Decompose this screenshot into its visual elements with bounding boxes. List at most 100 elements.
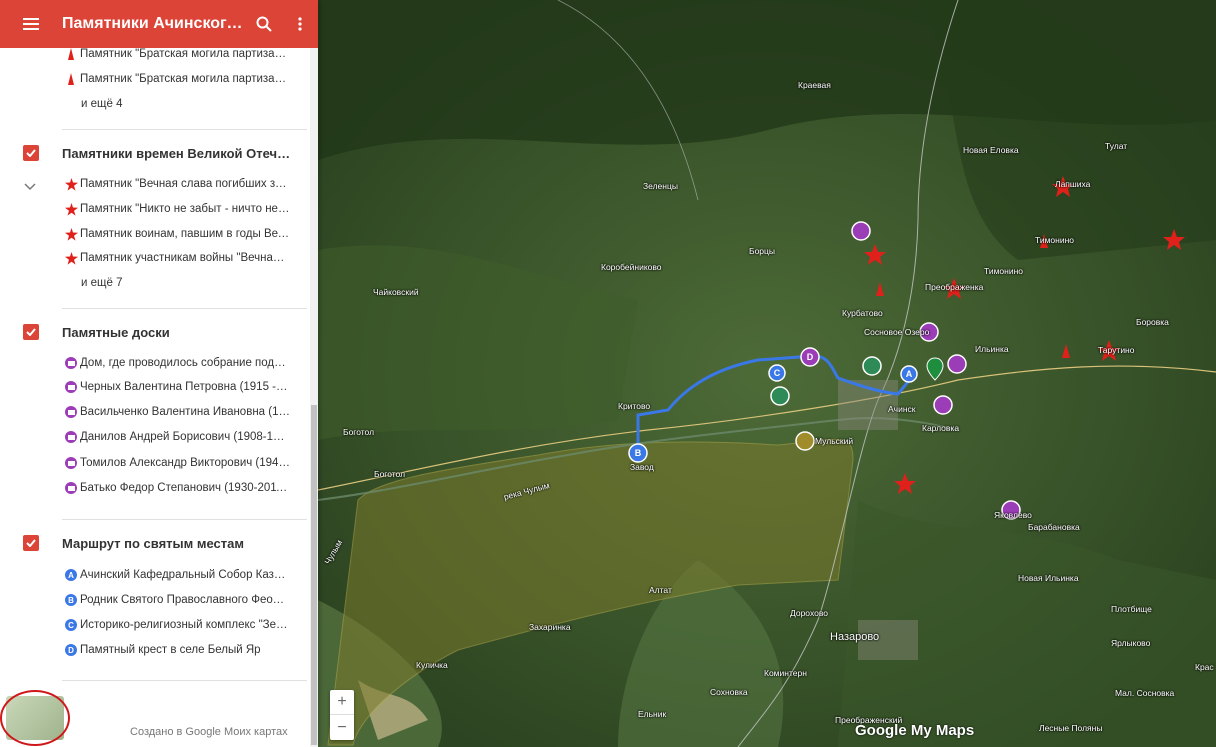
list-item[interactable]: D Памятный крест в селе Белый Яр <box>62 638 290 662</box>
divider <box>62 519 307 520</box>
list-item-label: Васильченко Валентина Ивановна (19... <box>80 406 290 418</box>
more-link[interactable]: и ещё 4 <box>81 98 122 110</box>
divider <box>62 129 307 130</box>
map-label-elnik: Ельник <box>638 709 667 719</box>
map-label-altat: Алтат <box>649 585 672 595</box>
list-item[interactable]: Дом, где проводилось собрание подпо... <box>62 351 290 375</box>
map-label-kurbatovo: Курбатово <box>842 308 883 318</box>
map-title[interactable]: Памятники Ачинского района <box>62 15 246 33</box>
star-icon <box>62 197 80 221</box>
list-item[interactable]: Черных Валентина Петровна (1915 - 1... <box>62 375 290 399</box>
map-label-tulat: Тулат <box>1105 141 1128 151</box>
map-label-preobrazhenka: Преображенка <box>925 282 984 292</box>
list-item[interactable]: C Историко-религиозный комплекс "Зер... <box>62 613 290 637</box>
list-item[interactable]: Томилов Александр Викторович (1940... <box>62 451 290 475</box>
map-label-bogotol2: Боготол <box>374 469 406 479</box>
list-item-label: Батько Федор Степанович (1930-2011)... <box>80 482 290 494</box>
map-label-novaya-elovka: Новая Еловка <box>963 145 1019 155</box>
map-label-lesnye-polyany: Лесные Поляны <box>1039 723 1103 733</box>
plaque-icon <box>62 476 80 500</box>
star-icon <box>62 222 80 246</box>
layer-checkbox[interactable] <box>23 535 39 551</box>
list-item[interactable]: Памятник воинам, павшим в годы Вел... <box>62 222 290 246</box>
map-label-timonino-top: Тимонино <box>1035 235 1075 245</box>
list-item-label: Памятник воинам, павшим в годы Вел... <box>80 228 290 240</box>
map-label-krasnoe: Крас <box>1195 662 1214 672</box>
list-item-label: Памятник "Братская могила партизан ... <box>80 73 290 85</box>
divider <box>62 308 307 309</box>
map-label-plotbishche: Плотбище <box>1111 604 1152 614</box>
svg-text:A: A <box>906 369 913 379</box>
map-label-zakharinka: Захаринка <box>529 622 571 632</box>
google-my-maps-logo: Google My Maps <box>855 722 975 739</box>
list-item-label: Ачинский Кафедральный Собор Казан... <box>80 569 290 581</box>
svg-text:C: C <box>774 368 781 378</box>
map-label-kulichka: Куличка <box>416 660 448 670</box>
plaque-icon <box>62 425 80 449</box>
list-item[interactable]: Васильченко Валентина Ивановна (19... <box>62 400 290 424</box>
route-marker-c-icon: C <box>62 613 80 637</box>
list-item-label: Памятник "Братская могила партизан,... <box>80 48 290 60</box>
map-label-achinsk: Ачинск <box>888 404 916 414</box>
map-label-mulsky: Мульский <box>815 436 854 446</box>
map-label-zavod: Завод <box>630 462 654 472</box>
highlight-circle <box>0 690 70 746</box>
zoom-in-button[interactable]: + <box>330 690 354 715</box>
star-icon <box>62 246 80 270</box>
list-item-label: Черных Валентина Петровна (1915 - 1... <box>80 381 290 393</box>
layer-title[interactable]: Памятные доски <box>62 325 292 340</box>
search-icon[interactable] <box>246 0 282 48</box>
map-canvas[interactable]: A B C D Краевая Новая Еловка Тулат Лапши… <box>318 0 1216 747</box>
zoom-out-button[interactable]: − <box>330 715 354 740</box>
map-label-dorokhovo: Дорохово <box>790 608 828 618</box>
list-item-label: Дом, где проводилось собрание подпо... <box>80 357 290 369</box>
layer-title[interactable]: Маршрут по святым местам <box>62 536 292 551</box>
list-item[interactable]: A Ачинский Кафедральный Собор Казан... <box>62 563 290 587</box>
scrollbar-thumb[interactable] <box>311 405 317 745</box>
plaque-icon <box>62 400 80 424</box>
map-label-karlovka: Карловка <box>922 423 960 433</box>
map-label-krutovo: Критово <box>618 401 651 411</box>
menu-icon[interactable] <box>0 0 62 48</box>
list-item-label: Памятник участникам войны "Вечная ... <box>80 252 290 264</box>
map-label-borovka: Боровка <box>1136 317 1169 327</box>
list-item[interactable]: Памятник "Братская могила партизан,... <box>62 48 290 66</box>
map-label-lapshikha: Лапшиха <box>1055 179 1091 189</box>
list-item[interactable]: Батько Федор Степанович (1930-2011)... <box>62 476 290 500</box>
more-options-icon[interactable] <box>282 0 318 48</box>
map-label-barabanovka: Барабановка <box>1028 522 1080 532</box>
chevron-down-icon[interactable] <box>24 178 36 196</box>
list-item[interactable]: Памятник участникам войны "Вечная ... <box>62 246 290 270</box>
layer-checkbox[interactable] <box>23 145 39 161</box>
list-item[interactable]: Памятник "Никто не забыт - ничто не з... <box>62 197 290 221</box>
svg-text:B: B <box>635 448 642 458</box>
svg-text:D: D <box>807 352 814 362</box>
list-item[interactable]: B Родник Святого Православного Феодо... <box>62 588 290 612</box>
plaque-icon <box>62 351 80 375</box>
map-label-kraevaya: Краевая <box>798 80 831 90</box>
route-marker-b-icon: B <box>62 588 80 612</box>
footer-credit[interactable]: Создано в Google Моих картах <box>130 726 288 738</box>
obelisk-icon <box>62 48 80 66</box>
map-label-bortsy: Борцы <box>749 246 776 256</box>
list-item[interactable]: Данилов Андрей Борисович (1908-194... <box>62 425 290 449</box>
layer-title[interactable]: Памятники времен Великой Отечественной в… <box>62 146 292 161</box>
map-label-novaya-ilyinka: Новая Ильинка <box>1018 573 1079 583</box>
list-item-label: Памятник "Никто не забыт - ничто не з... <box>80 203 290 215</box>
map-label-mal-sosnovka: Мал. Сосновка <box>1115 688 1175 698</box>
zoom-controls: + − <box>330 690 354 740</box>
map-label-tarutino: Тарутино <box>1098 345 1135 355</box>
list-item-label: Историко-религиозный комплекс "Зер... <box>80 619 290 631</box>
satellite-imagery: A B C D <box>318 0 1216 747</box>
map-label-yarlykovo: Ярлыково <box>1111 638 1151 648</box>
list-item[interactable]: Памятник "Братская могила партизан ... <box>62 67 290 91</box>
layer-checkbox[interactable] <box>23 324 39 340</box>
map-label-zelentsy: Зеленцы <box>643 181 678 191</box>
list-item-label: Томилов Александр Викторович (1940... <box>80 457 290 469</box>
more-link[interactable]: и ещё 7 <box>81 277 122 289</box>
map-label-korobeynikovo: Коробейниково <box>601 262 662 272</box>
plaque-icon <box>62 451 80 475</box>
route-marker-a-icon: A <box>62 563 80 587</box>
list-item[interactable]: Памятник "Вечная слава погибших зе... <box>62 172 290 196</box>
map-label-chaykovsky: Чайковский <box>373 287 419 297</box>
